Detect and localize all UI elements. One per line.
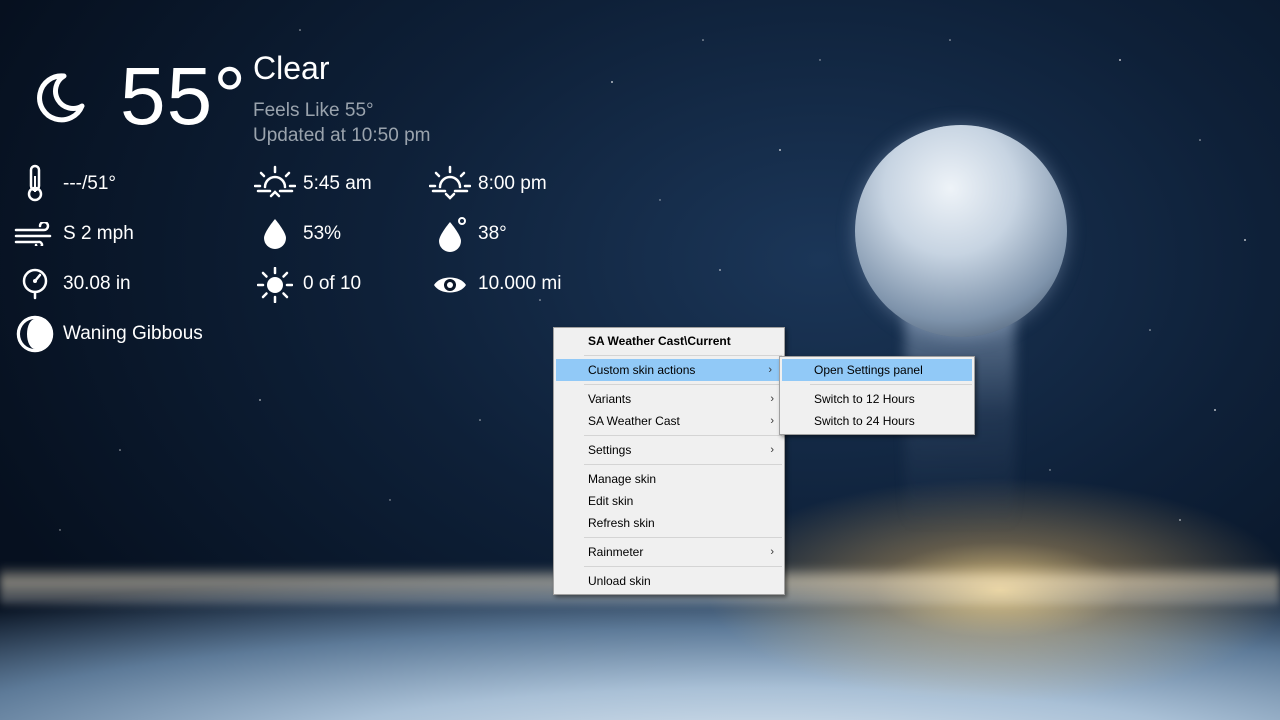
menu-separator bbox=[810, 384, 972, 385]
visibility-value: 10.000 mi bbox=[478, 273, 562, 294]
menu-item-variants[interactable]: Variants › bbox=[554, 388, 784, 410]
temp-range-value: ---/51° bbox=[63, 173, 116, 194]
sunset-icon bbox=[429, 165, 471, 201]
menu-item-label: Custom skin actions bbox=[588, 363, 696, 377]
menu-item-sa-weather-cast[interactable]: SA Weather Cast › bbox=[554, 410, 784, 432]
menu-item-label: Refresh skin bbox=[588, 516, 655, 530]
menu-separator bbox=[584, 384, 782, 385]
eye-icon bbox=[432, 272, 468, 298]
menu-separator bbox=[584, 566, 782, 567]
dew-point-value: 38° bbox=[478, 223, 507, 244]
menu-separator bbox=[584, 355, 782, 356]
chevron-right-icon: › bbox=[770, 393, 774, 405]
menu-separator bbox=[584, 464, 782, 465]
menu-separator bbox=[584, 537, 782, 538]
menu-item-label: Switch to 24 Hours bbox=[814, 414, 915, 428]
barometer-icon bbox=[21, 268, 49, 300]
updated-time-label: Updated at 10:50 pm bbox=[253, 125, 431, 146]
menu-item-refresh-skin[interactable]: Refresh skin bbox=[554, 512, 784, 534]
wind-value: S 2 mph bbox=[63, 223, 134, 244]
sun-icon bbox=[257, 267, 293, 303]
sunrise-icon bbox=[254, 165, 296, 199]
menu-item-rainmeter[interactable]: Rainmeter › bbox=[554, 541, 784, 563]
sunrise-value: 5:45 am bbox=[303, 173, 372, 194]
pressure-value: 30.08 in bbox=[63, 273, 131, 294]
current-temperature: 55° bbox=[120, 51, 248, 142]
menu-item-label: Variants bbox=[588, 392, 632, 406]
menu-item-custom-skin-actions[interactable]: Custom skin actions › bbox=[556, 359, 782, 381]
menu-item-label: Rainmeter bbox=[588, 545, 644, 559]
menu-header-skin-name: SA Weather Cast\Current bbox=[588, 334, 731, 348]
feels-like-label: Feels Like 55° bbox=[253, 100, 374, 121]
moon-phase-icon bbox=[16, 315, 54, 353]
menu-item-switch-12-hours[interactable]: Switch to 12 Hours bbox=[780, 388, 974, 410]
menu-item-label: Manage skin bbox=[588, 472, 657, 486]
wind-icon bbox=[14, 222, 56, 246]
menu-item-unload-skin[interactable]: Unload skin bbox=[554, 570, 784, 592]
menu-item-label: Switch to 12 Hours bbox=[814, 392, 915, 406]
menu-item-switch-24-hours[interactable]: Switch to 24 Hours bbox=[780, 410, 974, 432]
custom-skin-actions-submenu[interactable]: Open Settings panel Switch to 12 Hours S… bbox=[779, 356, 975, 435]
menu-item-label: Unload skin bbox=[588, 574, 651, 588]
condition-label: Clear bbox=[253, 50, 330, 86]
humidity-value: 53% bbox=[303, 223, 342, 244]
menu-item-label: SA Weather Cast bbox=[588, 414, 680, 428]
chevron-right-icon: › bbox=[770, 546, 774, 558]
menu-item-edit-skin[interactable]: Edit skin bbox=[554, 490, 784, 512]
uv-index-value: 0 of 10 bbox=[303, 273, 362, 294]
menu-separator bbox=[584, 435, 782, 436]
chevron-right-icon: › bbox=[770, 415, 774, 427]
moon-crescent-icon bbox=[34, 72, 86, 124]
moon-phase-value: Waning Gibbous bbox=[63, 323, 203, 344]
menu-item-settings[interactable]: Settings › bbox=[554, 439, 784, 461]
menu-item-manage-skin[interactable]: Manage skin bbox=[554, 468, 784, 490]
droplet-icon bbox=[262, 218, 288, 250]
thermometer-icon bbox=[24, 164, 46, 202]
menu-item-open-settings-panel[interactable]: Open Settings panel bbox=[782, 359, 972, 381]
menu-item-label: Edit skin bbox=[588, 494, 634, 508]
menu-item-label: Open Settings panel bbox=[814, 363, 923, 377]
sunset-value: 8:00 pm bbox=[478, 173, 547, 194]
chevron-right-icon: › bbox=[768, 364, 772, 376]
skin-context-menu[interactable]: SA Weather Cast\Current Custom skin acti… bbox=[553, 327, 785, 595]
dew-point-icon bbox=[437, 216, 467, 252]
chevron-right-icon: › bbox=[770, 444, 774, 456]
planet bbox=[855, 125, 1067, 337]
menu-item-label: Settings bbox=[588, 443, 632, 457]
